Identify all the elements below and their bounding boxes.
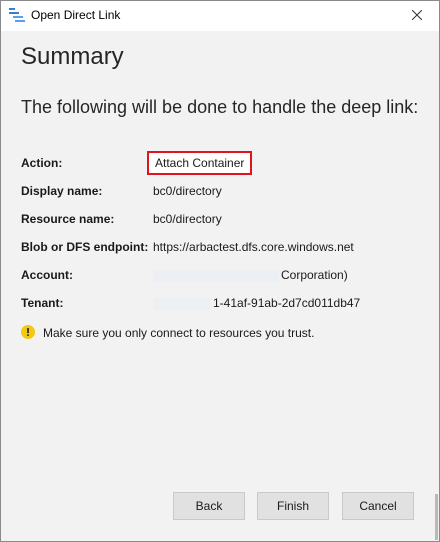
storage-explorer-app-icon <box>9 7 25 23</box>
account-visible-text: Corporation) <box>281 268 348 282</box>
window-title: Open Direct Link <box>31 8 121 22</box>
detail-label: Display name: <box>21 184 103 198</box>
detail-label: Tenant: <box>21 296 64 310</box>
detail-value-redacted: Corporation) <box>153 268 348 282</box>
action-value-highlighted: Attach Container <box>147 151 253 175</box>
warning-text: Make sure you only connect to resources … <box>43 326 315 340</box>
detail-row-account: Account: Corporation) <box>21 265 431 285</box>
detail-value-redacted: 1-41af-91ab-2d7cd011db47 <box>153 296 360 310</box>
detail-label: Account: <box>21 268 73 282</box>
detail-value: bc0/directory <box>153 184 222 198</box>
detail-value: bc0/directory <box>153 212 222 226</box>
dialog-content: Summary The following will be done to ha… <box>1 31 439 541</box>
detail-row-display-name: Display name: bc0/directory <box>21 181 431 201</box>
page-title: Summary <box>21 43 124 70</box>
detail-row-tenant: Tenant: 1-41af-91ab-2d7cd011db47 <box>21 293 431 313</box>
detail-row-action: Action: Attach Container <box>21 151 431 175</box>
summary-description: The following will be done to handle the… <box>21 97 419 117</box>
detail-value: https://arbactest.dfs.core.windows.net <box>153 240 354 254</box>
redaction-mask <box>153 269 279 282</box>
open-direct-link-dialog: Open Direct Link Summary The following w… <box>0 0 440 542</box>
detail-label: Action: <box>21 156 63 170</box>
finish-button[interactable]: Finish <box>257 492 329 520</box>
redaction-mask <box>153 297 211 310</box>
tenant-visible-text: 1-41af-91ab-2d7cd011db47 <box>213 296 361 310</box>
back-button[interactable]: Back <box>173 492 245 520</box>
title-bar: Open Direct Link <box>1 1 439 31</box>
detail-label: Resource name: <box>21 212 115 226</box>
close-button[interactable] <box>395 1 439 31</box>
detail-row-resource-name: Resource name: bc0/directory <box>21 209 431 229</box>
warning-icon <box>21 325 35 339</box>
close-icon <box>411 7 423 25</box>
window-resize-edge[interactable] <box>435 494 438 540</box>
detail-label: Blob or DFS endpoint: <box>21 240 149 254</box>
detail-row-endpoint: Blob or DFS endpoint: https://arbactest.… <box>21 237 431 257</box>
cancel-button[interactable]: Cancel <box>342 492 414 520</box>
